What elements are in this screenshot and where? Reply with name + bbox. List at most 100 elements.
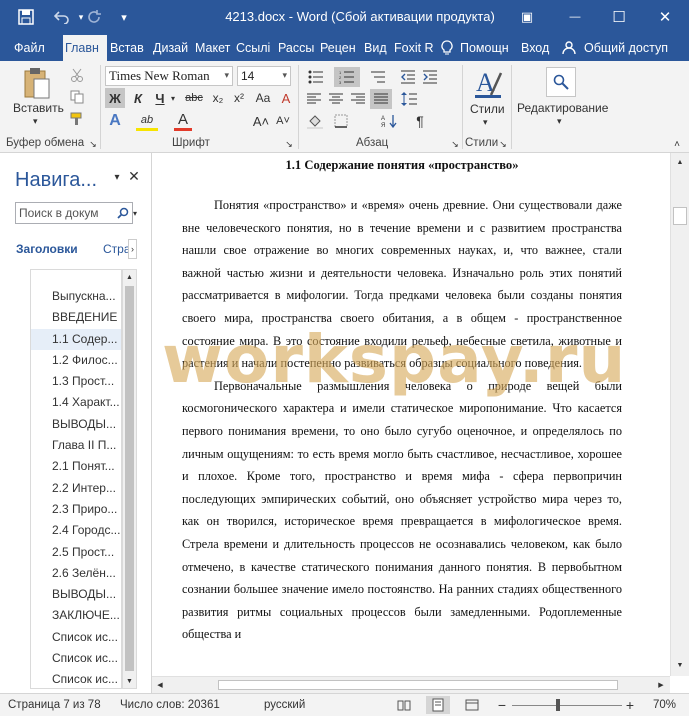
paste-button-label[interactable]: Вставить [13,101,64,115]
font-color-button[interactable]: A [174,111,192,131]
maximize-button[interactable]: ☐ [604,4,634,30]
headings-scrollbar[interactable]: ▲ ▼ [122,269,137,689]
find-magnifier-icon[interactable] [546,67,576,97]
italic-button[interactable]: К [129,88,147,108]
show-formatting-marks-button[interactable]: ¶ [410,111,430,131]
shading-icon[interactable] [304,111,326,131]
tab-design[interactable]: Дизай [151,35,191,61]
nav-heading-item[interactable]: 2.4 Городс... [31,520,121,541]
close-pane-icon[interactable]: ✕ [126,167,142,185]
nav-heading-item[interactable]: 1.3 Прост... [31,371,121,392]
cut-icon[interactable] [68,66,86,84]
language-indicator[interactable]: русский [264,699,305,711]
zoom-slider[interactable] [512,705,622,706]
subscript-button[interactable]: x₂ [208,88,228,108]
superscript-button[interactable]: x² [229,88,249,108]
tab-insert[interactable]: Встав [108,35,148,61]
nav-heading-item[interactable]: ЗАКЛЮЧЕ... [31,605,121,626]
sort-icon[interactable]: AЯ [378,111,400,131]
nav-heading-item[interactable]: Выпускна... [31,286,121,307]
nav-heading-item[interactable]: Глава II П... [31,435,121,456]
nav-heading-item[interactable]: ВВЕДЕНИЕ [31,307,121,328]
tab-file[interactable]: Файл [12,35,58,61]
tab-references[interactable]: Ссылі [234,35,274,61]
zoom-slider-thumb[interactable] [556,699,560,711]
editing-dropdown-icon[interactable]: ▾ [557,116,562,127]
editing-label[interactable]: Редактирование [517,101,608,115]
headings-scrollbar-thumb[interactable] [125,286,134,671]
text-effects-button[interactable]: A [105,111,125,131]
tab-mailings[interactable]: Рассы [276,35,316,61]
clipboard-launcher-icon[interactable]: ↘ [88,137,98,151]
font-name-dropdown-icon[interactable]: ▾ [224,67,229,85]
shrink-font-button[interactable]: A˅ [274,111,292,131]
nav-heading-item[interactable]: Список ис... [31,627,121,648]
paragraph[interactable]: Первоначальные размышления человека о пр… [182,375,622,646]
close-button[interactable]: ✕ [650,4,680,30]
search-dropdown-icon[interactable]: ▾ [131,204,139,222]
zoom-out-icon[interactable]: − [496,697,508,713]
pane-options-dropdown-icon[interactable]: ▾ [110,169,124,185]
scroll-left-arrow-icon[interactable]: ◀ [154,678,166,692]
sign-in-link[interactable]: Вход [519,35,553,61]
font-launcher-icon[interactable]: ↘ [284,137,294,151]
tab-view[interactable]: Вид [362,35,390,61]
document-page[interactable]: 1.1 Содержание понятия «пространство» По… [182,153,622,646]
bullets-icon[interactable] [304,67,328,87]
nav-heading-item[interactable]: 1.1 Содер... [31,328,121,350]
nav-heading-item[interactable]: Список ис... [31,648,121,669]
tab-layout[interactable]: Макет [193,35,231,61]
paste-dropdown-icon[interactable]: ▾ [33,116,38,127]
styles-dropdown-icon[interactable]: ▾ [483,117,488,128]
scroll-up-arrow-icon[interactable]: ▲ [123,270,136,284]
page-count[interactable]: Страница 7 из 78 [8,699,101,711]
paste-icon[interactable] [12,65,60,101]
borders-icon[interactable] [330,111,352,131]
line-spacing-icon[interactable] [398,89,420,109]
tab-pages[interactable]: Стра [103,242,129,256]
share-person-icon[interactable] [562,35,580,61]
zoom-in-icon[interactable]: + [624,697,636,713]
underline-button[interactable]: Ч [151,88,169,108]
tabs-scroll-right-icon[interactable]: › [128,239,137,259]
customize-qat-icon[interactable]: ▾ [116,6,132,28]
align-right-icon[interactable] [348,89,368,109]
nav-heading-item[interactable]: Список ис... [31,669,121,688]
undo-icon[interactable] [50,6,74,28]
align-center-icon[interactable] [326,89,346,109]
document-area[interactable]: 1.1 Содержание понятия «пространство» По… [152,153,670,676]
search-icon[interactable] [116,204,130,222]
clear-formatting-button[interactable]: A [277,88,295,108]
word-count[interactable]: Число слов: 20361 [120,699,220,711]
scroll-up-arrow-icon[interactable]: ▲ [673,155,687,169]
web-layout-icon[interactable] [464,697,480,713]
share-button[interactable]: Общий доступ [582,35,686,61]
lightbulb-icon[interactable] [441,35,455,61]
nav-heading-item[interactable]: 2.1 Понят... [31,456,121,477]
horizontal-scrollbar-thumb[interactable] [218,680,618,690]
styles-icon[interactable]: A [470,65,506,101]
redo-icon[interactable] [84,6,104,28]
tab-review[interactable]: Рецен [318,35,360,61]
font-size-combo[interactable]: 14 ▾ [237,66,291,86]
bold-button[interactable]: Ж [105,88,125,108]
document-scrollbar-thumb[interactable] [673,207,687,225]
zoom-level[interactable]: 70% [653,699,676,711]
tab-headings[interactable]: Заголовки [16,242,78,256]
change-case-button[interactable]: Aa [252,88,274,108]
format-painter-icon[interactable] [68,110,86,128]
nav-heading-item[interactable]: 2.3 Приро... [31,499,121,520]
justify-icon[interactable] [370,89,392,109]
copy-icon[interactable] [68,88,86,106]
styles-label[interactable]: Стили [470,102,505,116]
minimize-button[interactable]: — [560,4,590,30]
collapse-ribbon-icon[interactable]: ˄ [670,137,684,151]
document-horizontal-scrollbar[interactable]: ◀ ▶ [152,676,670,693]
print-layout-icon[interactable] [426,696,450,714]
decrease-indent-icon[interactable] [398,67,418,87]
nav-heading-item[interactable]: 2.2 Интер... [31,478,121,499]
paragraph-launcher-icon[interactable]: ↘ [450,137,460,151]
save-icon[interactable] [14,6,38,28]
scroll-down-arrow-icon[interactable]: ▼ [673,658,687,672]
nav-heading-item[interactable]: 1.2 Филос... [31,350,121,371]
